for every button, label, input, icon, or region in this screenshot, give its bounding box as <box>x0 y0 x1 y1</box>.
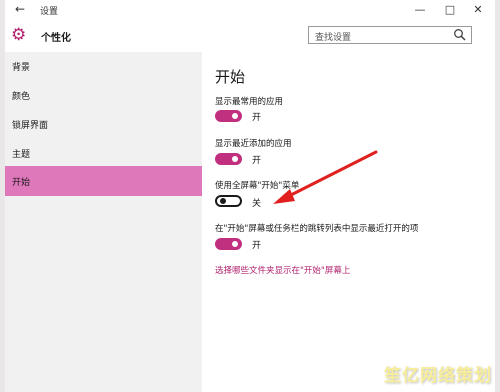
toggle-knob <box>232 156 238 162</box>
toggle-knob <box>232 241 238 247</box>
content-pane: 开始 显示最常用的应用 开 显示最近添加的应用 开 使用全屏幕"开始"菜单 关 … <box>202 52 495 392</box>
minimize-button[interactable]: — <box>405 1 435 19</box>
settings-window: ← 设置 — □ ✕ ⚙ 个性化 查找设置 背景 颜色 锁屏界面 主题 开始 开… <box>5 0 495 392</box>
window-title: 设置 <box>40 7 59 17</box>
watermark-logo: 笙亿网络策划 <box>384 366 492 386</box>
section-title: 开始 <box>215 68 246 86</box>
gear-icon: ⚙ <box>11 25 27 45</box>
sidebar-item-background[interactable]: 背景 <box>5 52 202 80</box>
search-input[interactable]: 查找设置 <box>308 26 472 44</box>
toggle-recently-added[interactable] <box>215 153 242 165</box>
toggle-most-used[interactable] <box>215 110 242 122</box>
sidebar-item-label: 主题 <box>12 150 31 160</box>
page-header: ⚙ 个性化 查找设置 <box>5 20 495 52</box>
close-button[interactable]: ✕ <box>463 1 493 19</box>
setting-label-most-used: 显示最常用的应用 <box>215 97 284 107</box>
toggle-state-label: 开 <box>252 241 262 251</box>
sidebar-item-colors[interactable]: 颜色 <box>5 81 202 109</box>
sidebar-item-start[interactable]: 开始 <box>5 166 202 196</box>
toggle-state-label: 开 <box>252 156 262 166</box>
sidebar-item-lockscreen[interactable]: 锁屏界面 <box>5 110 202 138</box>
search-placeholder: 查找设置 <box>315 33 352 43</box>
setting-label-recently-added: 显示最近添加的应用 <box>215 139 292 149</box>
toggle-state-label: 开 <box>252 113 262 123</box>
back-arrow-icon[interactable]: ← <box>15 2 25 16</box>
toggle-state-label: 关 <box>252 199 262 209</box>
setting-label-jump-lists: 在"开始"屏幕或任务栏的跳转列表中显示最近打开的项 <box>215 224 419 234</box>
sidebar-item-label: 背景 <box>12 63 31 73</box>
maximize-button[interactable]: □ <box>435 1 465 19</box>
sidebar-item-label: 开始 <box>12 178 31 188</box>
sidebar-item-label: 锁屏界面 <box>12 121 49 131</box>
sidebar-item-themes[interactable]: 主题 <box>5 139 202 167</box>
toggle-fullscreen-start[interactable] <box>215 195 242 207</box>
toggle-knob <box>232 113 238 119</box>
toggle-jump-lists[interactable] <box>215 238 242 250</box>
title-bar: ← 设置 — □ ✕ <box>5 0 495 20</box>
choose-folders-link[interactable]: 选择哪些文件夹显示在"开始"屏幕上 <box>215 264 350 276</box>
page-title: 个性化 <box>41 33 71 44</box>
sidebar-item-label: 颜色 <box>12 92 31 102</box>
sidebar: 背景 颜色 锁屏界面 主题 开始 <box>5 52 202 392</box>
setting-label-fullscreen-start: 使用全屏幕"开始"菜单 <box>215 181 300 191</box>
toggle-knob <box>220 198 226 204</box>
search-icon[interactable] <box>453 28 467 42</box>
